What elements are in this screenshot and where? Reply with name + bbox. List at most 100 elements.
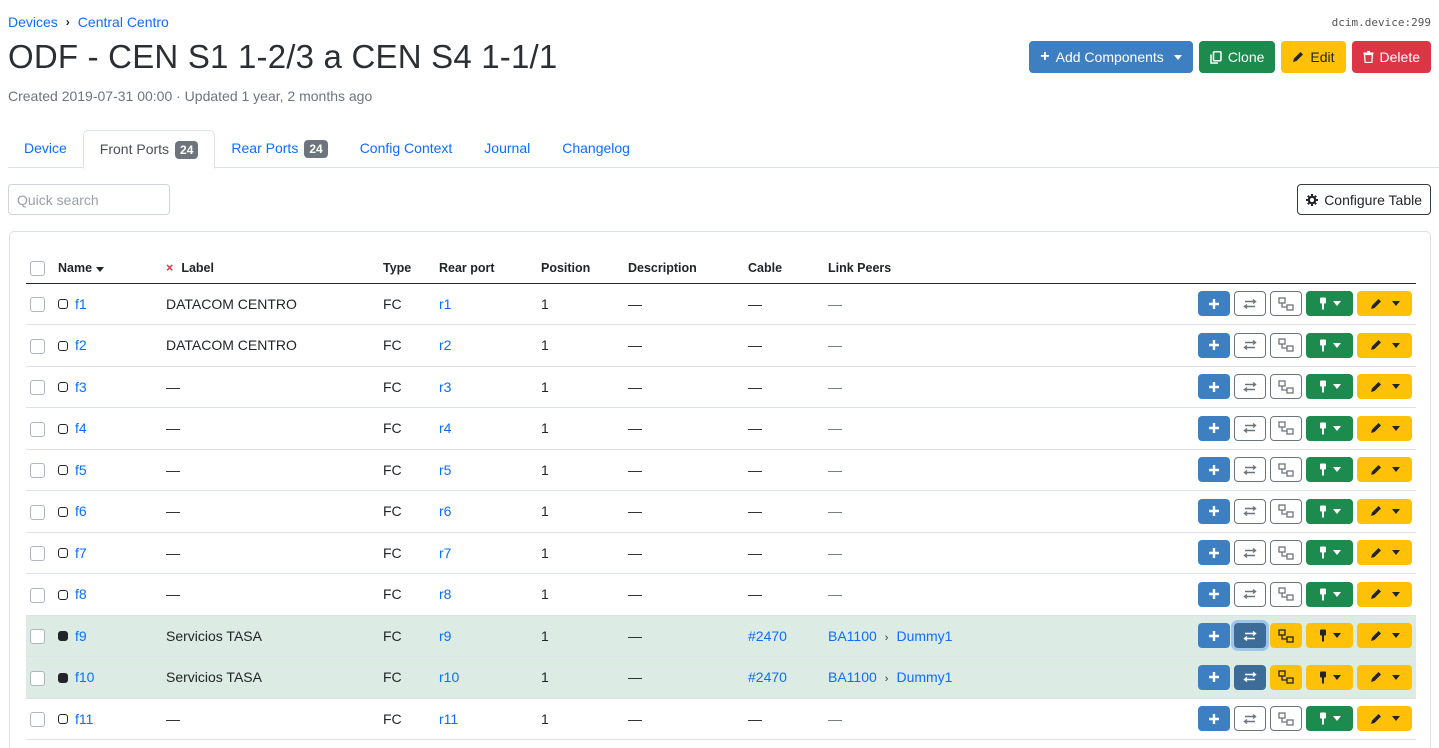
add-mark-button[interactable] bbox=[1198, 415, 1230, 441]
rear-port-link[interactable]: r8 bbox=[439, 586, 451, 602]
rear-port-link[interactable]: r1 bbox=[439, 296, 451, 312]
row-checkbox[interactable] bbox=[30, 504, 45, 520]
header-position[interactable]: Position bbox=[537, 254, 624, 284]
rear-port-link[interactable]: r3 bbox=[439, 379, 451, 395]
port-name-link[interactable]: f2 bbox=[75, 337, 87, 353]
tab-journal[interactable]: Journal bbox=[468, 130, 546, 168]
peer-port-link[interactable]: Dummy1 bbox=[896, 669, 952, 685]
select-all-checkbox[interactable] bbox=[30, 260, 45, 276]
port-name-link[interactable]: f1 bbox=[75, 296, 87, 312]
trace-button[interactable] bbox=[1234, 457, 1266, 483]
header-description[interactable]: Description bbox=[624, 254, 744, 284]
header-type[interactable]: Type bbox=[379, 254, 435, 284]
edit-dropdown[interactable] bbox=[1357, 623, 1412, 649]
edit-dropdown[interactable] bbox=[1357, 498, 1412, 524]
rear-port-link[interactable]: r9 bbox=[439, 628, 451, 644]
header-name[interactable]: Name bbox=[54, 254, 162, 284]
edit-dropdown[interactable] bbox=[1357, 664, 1412, 690]
trace-button[interactable] bbox=[1234, 415, 1266, 441]
edit-dropdown[interactable] bbox=[1357, 374, 1412, 400]
edit-button[interactable]: Edit bbox=[1281, 41, 1346, 73]
cable-actions-dropdown[interactable] bbox=[1306, 664, 1353, 690]
add-mark-button[interactable] bbox=[1198, 540, 1230, 566]
cable-link[interactable]: #2470 bbox=[748, 669, 787, 685]
connect-cable-dropdown[interactable] bbox=[1306, 706, 1353, 732]
trace-button[interactable] bbox=[1234, 332, 1266, 358]
row-checkbox[interactable] bbox=[30, 463, 45, 479]
connect-cable-dropdown[interactable] bbox=[1306, 498, 1353, 524]
trace-button[interactable] bbox=[1234, 623, 1266, 649]
row-checkbox[interactable] bbox=[30, 546, 45, 562]
trace-button[interactable] bbox=[1234, 498, 1266, 524]
trace-button[interactable] bbox=[1234, 374, 1266, 400]
row-checkbox[interactable] bbox=[30, 338, 45, 354]
edit-dropdown[interactable] bbox=[1357, 540, 1412, 566]
port-name-link[interactable]: f7 bbox=[75, 545, 87, 561]
add-mark-button[interactable] bbox=[1198, 498, 1230, 524]
clone-button[interactable]: Clone bbox=[1198, 41, 1276, 73]
row-checkbox[interactable] bbox=[30, 712, 45, 728]
tab-device[interactable]: Device bbox=[8, 130, 83, 168]
add-mark-button[interactable] bbox=[1198, 581, 1230, 607]
add-mark-button[interactable] bbox=[1198, 457, 1230, 483]
peer-device-link[interactable]: BA1100 bbox=[828, 669, 877, 685]
connect-button[interactable] bbox=[1270, 374, 1302, 400]
delete-button[interactable]: Delete bbox=[1351, 41, 1431, 73]
edit-dropdown[interactable] bbox=[1357, 291, 1412, 317]
breadcrumb-site[interactable]: Central Centro bbox=[78, 14, 169, 30]
cable-actions-dropdown[interactable] bbox=[1306, 623, 1353, 649]
cable-link[interactable]: #2470 bbox=[748, 628, 787, 644]
edit-dropdown[interactable] bbox=[1357, 581, 1412, 607]
rear-port-link[interactable]: r11 bbox=[439, 711, 458, 727]
port-name-link[interactable]: f6 bbox=[75, 503, 87, 519]
add-mark-button[interactable] bbox=[1198, 623, 1230, 649]
connect-button[interactable] bbox=[1270, 581, 1302, 607]
connect-button[interactable] bbox=[1270, 706, 1302, 732]
port-name-link[interactable]: f10 bbox=[75, 669, 94, 685]
header-cable[interactable]: Cable bbox=[744, 254, 824, 284]
tab-changelog[interactable]: Changelog bbox=[546, 130, 646, 168]
header-rear-port[interactable]: Rear port bbox=[435, 254, 537, 284]
connect-cable-dropdown[interactable] bbox=[1306, 415, 1353, 441]
rear-port-link[interactable]: r7 bbox=[439, 545, 451, 561]
row-checkbox[interactable] bbox=[30, 587, 45, 603]
row-checkbox[interactable] bbox=[30, 380, 45, 396]
breadcrumb-devices[interactable]: Devices bbox=[8, 14, 58, 30]
rear-port-link[interactable]: r2 bbox=[439, 337, 451, 353]
rear-port-link[interactable]: r4 bbox=[439, 420, 451, 436]
connect-button[interactable] bbox=[1270, 540, 1302, 566]
connect-button[interactable] bbox=[1270, 291, 1302, 317]
edit-dropdown[interactable] bbox=[1357, 415, 1412, 441]
connect-cable-dropdown[interactable] bbox=[1306, 291, 1353, 317]
row-checkbox[interactable] bbox=[30, 297, 45, 313]
port-name-link[interactable]: f11 bbox=[75, 711, 93, 727]
add-components-button[interactable]: + Add Components bbox=[1029, 41, 1193, 73]
connect-cable-dropdown[interactable] bbox=[1306, 581, 1353, 607]
row-checkbox[interactable] bbox=[30, 670, 45, 686]
rear-port-link[interactable]: r10 bbox=[439, 669, 459, 685]
trace-button[interactable] bbox=[1234, 706, 1266, 732]
connect-button[interactable] bbox=[1270, 457, 1302, 483]
add-mark-button[interactable] bbox=[1198, 664, 1230, 690]
peer-port-link[interactable]: Dummy1 bbox=[896, 628, 952, 644]
port-name-link[interactable]: f9 bbox=[75, 628, 87, 644]
edit-dropdown[interactable] bbox=[1357, 706, 1412, 732]
header-link-peers[interactable]: Link Peers bbox=[824, 254, 1024, 284]
add-mark-button[interactable] bbox=[1198, 332, 1230, 358]
connect-cable-dropdown[interactable] bbox=[1306, 457, 1353, 483]
connect-button[interactable] bbox=[1270, 332, 1302, 358]
add-mark-button[interactable] bbox=[1198, 374, 1230, 400]
port-name-link[interactable]: f8 bbox=[75, 586, 87, 602]
disconnect-button[interactable] bbox=[1270, 664, 1302, 690]
tab-rear-ports[interactable]: Rear Ports 24 bbox=[215, 130, 343, 168]
port-name-link[interactable]: f4 bbox=[75, 420, 87, 436]
clear-sort-icon[interactable]: × bbox=[166, 261, 173, 275]
trace-button[interactable] bbox=[1234, 540, 1266, 566]
rear-port-link[interactable]: r6 bbox=[439, 503, 451, 519]
edit-dropdown[interactable] bbox=[1357, 457, 1412, 483]
connect-button[interactable] bbox=[1270, 415, 1302, 441]
peer-device-link[interactable]: BA1100 bbox=[828, 628, 877, 644]
row-checkbox[interactable] bbox=[30, 421, 45, 437]
disconnect-button[interactable] bbox=[1270, 623, 1302, 649]
configure-table-button[interactable]: Configure Table bbox=[1297, 184, 1431, 215]
